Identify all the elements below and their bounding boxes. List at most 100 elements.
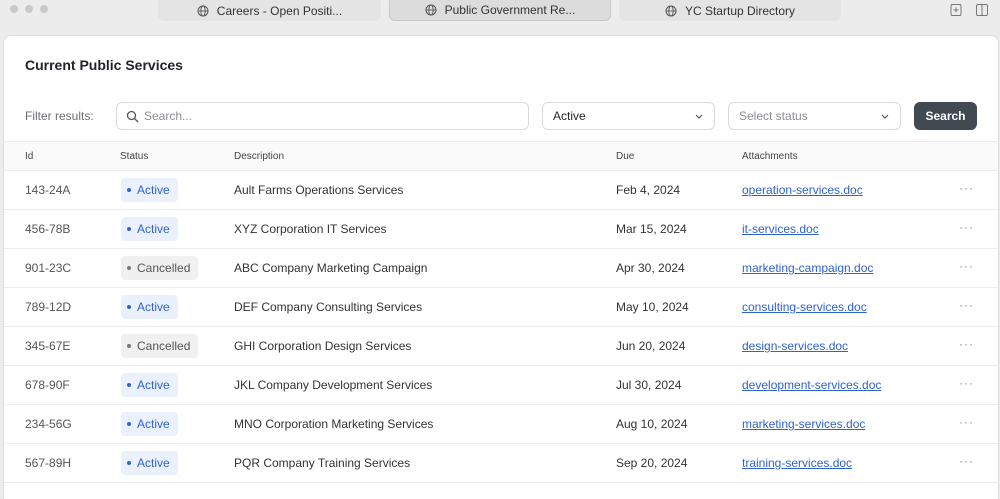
- row-description: JKL Company Development Services: [234, 378, 433, 392]
- row-description: MNO Corporation Marketing Services: [234, 417, 434, 431]
- status-dot: [127, 188, 131, 192]
- attachment-link[interactable]: it-services.doc: [742, 222, 819, 236]
- attachment-link[interactable]: consulting-services.doc: [742, 300, 867, 314]
- status-badge: Active: [121, 295, 178, 319]
- row-due-date: Mar 15, 2024: [616, 222, 687, 236]
- table-row[interactable]: 143-24A Active Ault Farms Operations Servi…: [4, 171, 998, 210]
- secondary-status-select[interactable]: Select status: [728, 102, 901, 130]
- page-title: Current Public Services: [25, 57, 183, 73]
- row-description: ABC Company Marketing Campaign: [234, 261, 428, 275]
- services-card: Current Public Services Filter results: …: [3, 35, 999, 499]
- status-dot: [127, 227, 131, 231]
- column-header-status[interactable]: Status: [120, 151, 148, 162]
- globe-icon: [425, 4, 437, 16]
- secondary-status-placeholder: Select status: [739, 109, 808, 123]
- more-actions-icon[interactable]: ···: [959, 220, 974, 234]
- status-dot: [127, 305, 131, 309]
- status-select[interactable]: Active: [542, 102, 715, 130]
- status-badge: Cancelled: [121, 256, 199, 280]
- tab-label: Public Government Re...: [444, 3, 576, 17]
- globe-icon: [197, 5, 209, 16]
- table-row[interactable]: 345-67E Cancelled GHI Corporation Design S…: [4, 327, 998, 366]
- sidebar-icon[interactable]: [975, 3, 989, 17]
- row-due-date: Feb 4, 2024: [616, 183, 681, 197]
- status-badge-label: Cancelled: [137, 339, 191, 353]
- row-due-date: May 10, 2024: [616, 300, 689, 314]
- status-badge-label: Active: [137, 222, 170, 236]
- chevron-down-icon: [881, 114, 889, 119]
- attachment-link[interactable]: design-services.doc: [742, 339, 848, 353]
- status-badge: Active: [121, 373, 178, 397]
- column-header-due[interactable]: Due: [616, 151, 634, 162]
- table-row[interactable]: 789-12D Active DEF Company Consulting Serv…: [4, 288, 998, 327]
- globe-icon: [665, 5, 677, 16]
- row-id: 678-90F: [25, 378, 70, 392]
- row-id: 234-56G: [25, 417, 72, 431]
- search-placeholder: Search...: [144, 109, 193, 123]
- status-badge-label: Cancelled: [137, 261, 191, 275]
- row-description: XYZ Corporation IT Services: [234, 222, 387, 236]
- status-badge: Active: [121, 451, 178, 475]
- table-header: Id Status Description Due Attachments: [4, 141, 998, 171]
- attachment-link[interactable]: training-services.doc: [742, 456, 852, 470]
- column-header-attachments[interactable]: Attachments: [742, 151, 798, 162]
- row-id: 567-89H: [25, 456, 72, 470]
- browser-tab-yc-directory[interactable]: YC Startup Directory: [619, 0, 841, 21]
- row-description: GHI Corporation Design Services: [234, 339, 412, 353]
- browser-tab-public-government[interactable]: Public Government Re...: [389, 0, 611, 21]
- filter-label: Filter results:: [25, 109, 94, 123]
- status-dot: [127, 344, 131, 348]
- more-actions-icon[interactable]: ···: [959, 454, 974, 468]
- row-description: Ault Farms Operations Services: [234, 183, 404, 197]
- table-row[interactable]: 567-89H Active PQR Company Training Servic…: [4, 444, 998, 483]
- window-close-dot[interactable]: [10, 5, 18, 13]
- attachment-link[interactable]: marketing-services.doc: [742, 417, 865, 431]
- status-dot: [127, 383, 131, 387]
- status-select-value: Active: [553, 109, 586, 123]
- status-dot: [127, 461, 131, 465]
- more-actions-icon[interactable]: ···: [959, 415, 974, 429]
- browser-titlebar: Careers - Open Positi... Public Governme…: [0, 0, 1000, 22]
- attachment-link[interactable]: marketing-campaign.doc: [742, 261, 873, 275]
- row-description: PQR Company Training Services: [234, 456, 411, 470]
- new-tab-icon[interactable]: [949, 3, 963, 17]
- table-row[interactable]: 901-23C Cancelled ABC Company Marketing Ca…: [4, 249, 998, 288]
- search-icon: [126, 110, 139, 123]
- search-button[interactable]: Search: [914, 102, 977, 130]
- more-actions-icon[interactable]: ···: [959, 181, 974, 195]
- status-badge: Active: [121, 217, 178, 241]
- row-due-date: Apr 30, 2024: [616, 261, 685, 275]
- column-header-description[interactable]: Description: [234, 151, 284, 162]
- status-badge: Active: [121, 178, 178, 202]
- chevron-down-icon: [695, 114, 703, 119]
- table-row[interactable]: 234-56G Active MNO Corporation Marketing S…: [4, 405, 998, 444]
- tab-label: Careers - Open Positi...: [216, 3, 343, 18]
- row-due-date: Jul 30, 2024: [616, 378, 682, 392]
- window-maximize-dot[interactable]: [40, 5, 48, 13]
- attachment-link[interactable]: operation-services.doc: [742, 183, 863, 197]
- status-dot: [127, 422, 131, 426]
- status-badge-label: Active: [137, 300, 170, 314]
- status-badge-label: Active: [137, 456, 170, 470]
- table-row[interactable]: 456-78B Active XYZ Corporation IT Services…: [4, 210, 998, 249]
- browser-tab-careers[interactable]: Careers - Open Positi...: [158, 0, 381, 21]
- more-actions-icon[interactable]: ···: [959, 259, 974, 273]
- more-actions-icon[interactable]: ···: [959, 337, 974, 351]
- row-due-date: Jun 20, 2024: [616, 339, 686, 353]
- row-description: DEF Company Consulting Services: [234, 300, 423, 314]
- row-due-date: Aug 10, 2024: [616, 417, 688, 431]
- attachment-link[interactable]: development-services.doc: [742, 378, 881, 392]
- row-due-date: Sep 20, 2024: [616, 456, 688, 470]
- row-id: 456-78B: [25, 222, 71, 236]
- row-id: 901-23C: [25, 261, 72, 275]
- more-actions-icon[interactable]: ···: [959, 298, 974, 312]
- window-minimize-dot[interactable]: [25, 5, 33, 13]
- status-badge: Cancelled: [121, 334, 199, 358]
- table-row[interactable]: 678-90F Active JKL Company Development Ser…: [4, 366, 998, 405]
- search-input[interactable]: Search...: [116, 102, 529, 130]
- status-badge: Active: [121, 412, 178, 436]
- column-header-id[interactable]: Id: [25, 151, 33, 162]
- status-badge-label: Active: [137, 417, 170, 431]
- more-actions-icon[interactable]: ···: [959, 376, 974, 390]
- tab-label: YC Startup Directory: [684, 3, 796, 18]
